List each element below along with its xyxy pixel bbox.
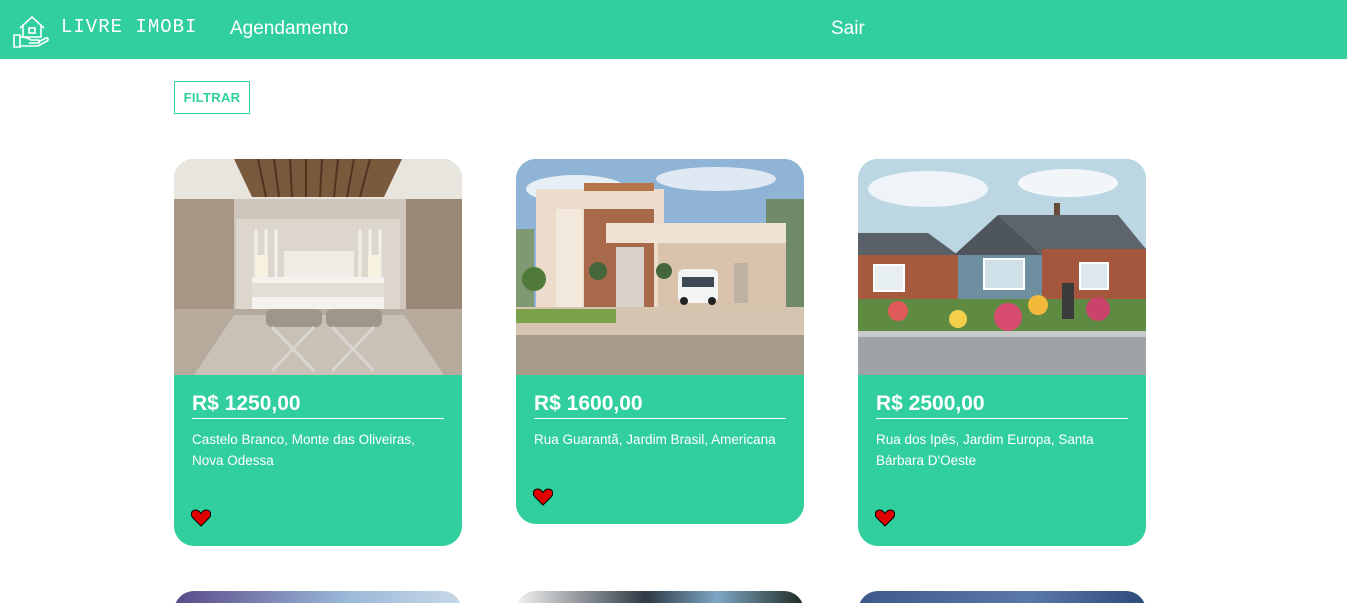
listing-card[interactable]: R$ 1250,00 Castelo Branco, Monte das Oli… bbox=[174, 159, 462, 546]
house-hand-icon[interactable] bbox=[12, 11, 50, 49]
listing-price: R$ 2500,00 bbox=[876, 392, 1128, 419]
nav-link-agendamento[interactable]: Agendamento bbox=[230, 18, 348, 40]
bedroom-photo bbox=[174, 159, 462, 375]
nav-link-sair[interactable]: Sair bbox=[831, 18, 865, 40]
top-navbar: LIVRE IMOBI Agendamento Sair bbox=[0, 0, 1347, 59]
listing-address: Castelo Branco, Monte das Oliveiras, Nov… bbox=[192, 432, 415, 468]
modern-house-photo bbox=[516, 159, 804, 375]
filter-button[interactable]: FILTRAR bbox=[174, 81, 250, 114]
heart-icon[interactable] bbox=[874, 509, 896, 527]
listing-card[interactable]: R$ 1600,00 Rua Guarantã, Jardim Brasil, … bbox=[516, 159, 804, 524]
brand-name[interactable]: LIVRE IMOBI bbox=[61, 16, 197, 38]
brick-bungalow-photo bbox=[858, 159, 1146, 375]
listing-price: R$ 1600,00 bbox=[534, 392, 786, 419]
listing-address: Rua Guarantã, Jardim Brasil, Americana bbox=[534, 432, 776, 447]
listing-card[interactable]: R$ 2500,00 Rua dos Ipês, Jardim Europa, … bbox=[858, 159, 1146, 546]
heart-icon[interactable] bbox=[532, 488, 554, 506]
listing-card-partial[interactable] bbox=[516, 591, 804, 603]
listing-address: Rua dos Ipês, Jardim Europa, Santa Bárba… bbox=[876, 432, 1094, 468]
listing-card-partial[interactable] bbox=[858, 591, 1146, 603]
heart-icon[interactable] bbox=[190, 509, 212, 527]
listing-card-partial[interactable] bbox=[174, 591, 462, 603]
listing-price: R$ 1250,00 bbox=[192, 392, 444, 419]
